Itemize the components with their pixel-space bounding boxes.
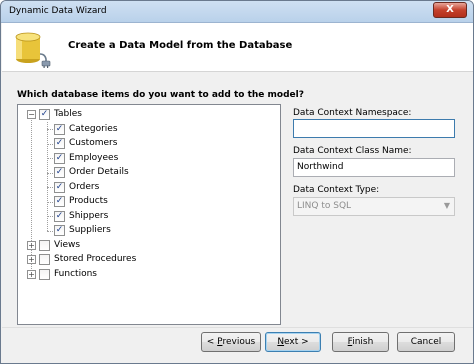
checkbox-table[interactable]: ✓ <box>54 225 65 236</box>
checkbox-table[interactable]: ✓ <box>54 196 65 207</box>
tree-node-functions[interactable]: + Functions <box>18 268 118 282</box>
classname-label: Data Context Class Name: <box>293 146 412 156</box>
tree-node-table[interactable]: ✓ Products <box>18 195 138 209</box>
database-items-tree[interactable]: − ✓ Tables ✓ Categories ✓ Customers ✓ Em… <box>17 104 281 325</box>
previous-button[interactable]: < Previous <box>201 332 261 352</box>
checkbox-tables[interactable]: ✓ <box>39 109 50 120</box>
tree-node-table[interactable]: ✓ Categories <box>18 123 138 137</box>
checkbox-table[interactable]: ✓ <box>54 182 65 193</box>
tree-node-label: Categories <box>69 124 118 134</box>
tree-node-tables[interactable]: − ✓ Tables <box>18 108 98 122</box>
expand-icon[interactable]: + <box>27 255 36 264</box>
collapse-icon[interactable]: − <box>27 110 36 119</box>
namespace-label: Data Context Namespace: <box>293 108 412 118</box>
checkbox-table[interactable]: ✓ <box>54 167 65 178</box>
close-button[interactable]: X <box>433 2 467 18</box>
page-title: Create a Data Model from the Database <box>68 40 293 51</box>
footer-divider <box>2 327 473 328</box>
chevron-down-icon: ▼ <box>443 201 450 210</box>
tree-node-table[interactable]: ✓ Customers <box>18 137 138 151</box>
dialog-window: Dynamic Data Wizard X Create a Data Mode… <box>0 0 474 364</box>
tree-node-views[interactable]: + Views <box>18 239 98 253</box>
tree-node-stored-procedures[interactable]: + Stored Procedures <box>18 253 158 267</box>
tree-node-table[interactable]: ✓ Suppliers <box>18 224 138 238</box>
next-button[interactable]: Next > <box>265 332 321 352</box>
tree-node-label: Employees <box>69 153 119 163</box>
tree-node-label: Functions <box>54 269 97 279</box>
previous-rest: revious <box>222 337 256 347</box>
tree-node-label: Orders <box>69 182 100 192</box>
checkbox-table[interactable]: ✓ <box>54 211 65 222</box>
cancel-button[interactable]: Cancel <box>397 332 455 352</box>
context-type-select[interactable]: LINQ to SQL ▼ <box>293 197 455 216</box>
tree-node-label: Products <box>69 196 108 206</box>
namespace-input[interactable] <box>293 119 455 138</box>
database-connect-icon <box>15 32 51 68</box>
checkbox-table[interactable]: ✓ <box>54 153 65 164</box>
checkbox-stored-procedures[interactable] <box>39 254 50 265</box>
finish-rest: inish <box>352 337 374 347</box>
context-type-label: Data Context Type: <box>293 185 380 195</box>
classname-input[interactable]: Northwind <box>293 158 455 177</box>
expand-icon[interactable]: + <box>27 241 36 250</box>
tree-node-table[interactable]: ✓ Employees <box>18 152 138 166</box>
next-rest: ext > <box>284 337 309 347</box>
tree-node-label: Order Details <box>69 167 129 177</box>
close-icon: X <box>446 4 454 15</box>
checkbox-table[interactable]: ✓ <box>54 138 65 149</box>
wizard-header: Create a Data Model from the Database <box>2 23 473 72</box>
tree-node-table[interactable]: ✓ Order Details <box>18 166 138 180</box>
checkbox-functions[interactable] <box>39 269 50 280</box>
checkbox-views[interactable] <box>39 240 50 251</box>
previous-prefix: < <box>206 337 218 347</box>
tree-node-label: Customers <box>69 138 118 148</box>
tree-node-label: Shippers <box>69 211 109 221</box>
checkbox-table[interactable]: ✓ <box>54 124 65 135</box>
tree-node-label: Stored Procedures <box>54 254 137 264</box>
tree-node-label: Suppliers <box>69 225 111 235</box>
tree-node-label: Views <box>54 240 81 250</box>
finish-button[interactable]: Finish <box>332 332 389 352</box>
tree-node-label: Tables <box>54 109 82 119</box>
tree-node-table[interactable]: ✓ Shippers <box>18 210 138 224</box>
title-bar[interactable]: Dynamic Data Wizard X <box>1 1 473 23</box>
tree-question-label: Which database items do you want to add … <box>17 90 304 100</box>
window-title: Dynamic Data Wizard <box>9 6 107 16</box>
expand-icon[interactable]: + <box>27 270 36 279</box>
context-type-value: LINQ to SQL <box>297 201 352 211</box>
tree-node-table[interactable]: ✓ Orders <box>18 181 138 195</box>
